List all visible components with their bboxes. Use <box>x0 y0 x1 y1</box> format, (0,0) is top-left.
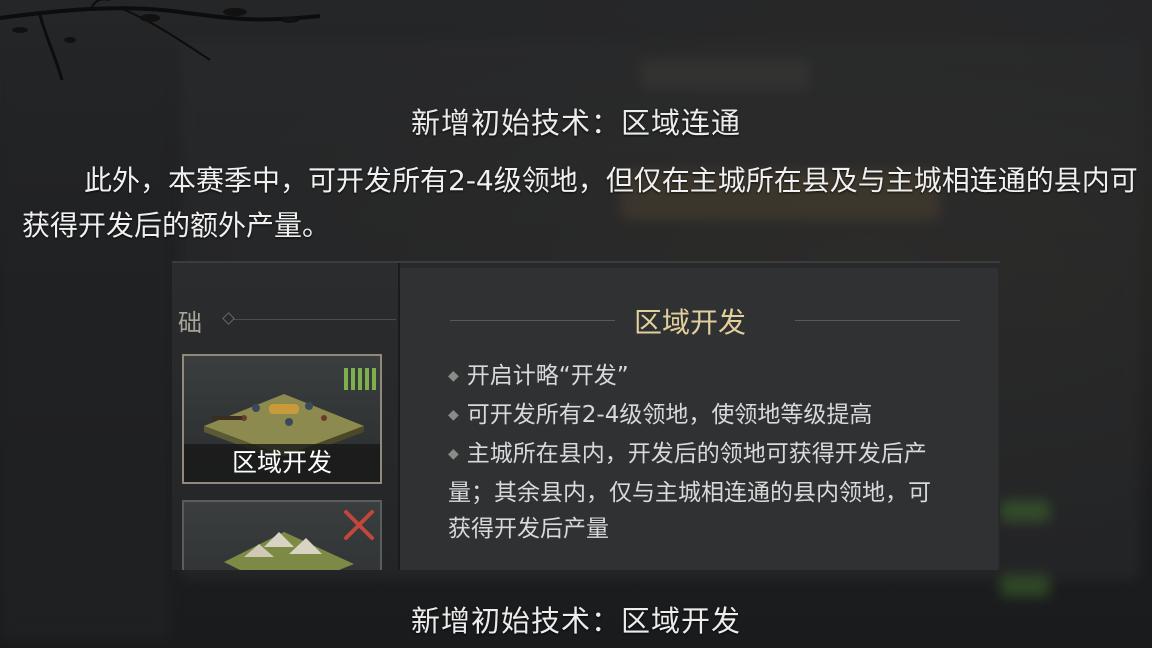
description-paragraph: 此外，本赛季中，可开发所有2-4级领地，但仅在主城所在县及与主城相连通的县内可获… <box>22 164 1138 242</box>
tech-detail-title: 区域开发 <box>633 306 746 339</box>
inset-screenshot: 础 区域开发 区域开发 ◆ 开启计略“开发” ◆ 可开发所有2-4级领地，使领地… <box>172 261 1000 570</box>
slide-stage: 新增初始技术：区域连通 此外，本赛季中，可开发所有2-4级领地，但仅在主城所在县… <box>0 0 1152 648</box>
diamond-bullet-icon: ◆ <box>448 446 459 462</box>
bottom-heading: 新增初始技术：区域开发 <box>410 604 741 638</box>
diamond-bullet-icon: ◆ <box>448 407 459 423</box>
tech-card-military[interactable] <box>182 500 382 570</box>
diamond-icon <box>222 312 235 325</box>
crossed-swords-icon <box>344 510 374 540</box>
tech-card-label: 区域开发 <box>184 444 380 482</box>
title-rule-right <box>795 320 960 321</box>
tech-detail-list: ◆ 开启计略“开发” ◆ 可开发所有2-4级领地，使领地等级提高 ◆ 主城所在县内，开… <box>448 358 948 547</box>
ink-branch-decoration <box>0 0 321 81</box>
tech-detail-item: ◆ 主城所在县内，开发后的领地可获得开发后产量；其余县内，仅与主城相连通的县内领地… <box>448 441 931 542</box>
diamond-bullet-icon: ◆ <box>448 368 459 384</box>
tech-detail-item: ◆ 可开发所有2-4级领地，使领地等级提高 <box>448 402 873 428</box>
section-divider <box>224 319 396 320</box>
grain-bars-icon <box>344 368 376 390</box>
background-green-button <box>1000 500 1050 522</box>
tech-card-region-develop[interactable]: 区域开发 <box>182 354 382 484</box>
top-heading: 新增初始技术：区域连通 <box>410 106 741 140</box>
background-green-button-2 <box>1000 575 1050 597</box>
tech-detail-item: ◆ 开启计略“开发” <box>448 363 629 389</box>
tech-detail-panel: 区域开发 ◆ 开启计略“开发” ◆ 可开发所有2-4级领地，使领地等级提高 ◆ 主城所… <box>400 268 998 570</box>
background-sidebar <box>0 60 170 640</box>
background-tab <box>640 60 810 90</box>
tech-list-panel: 础 区域开发 <box>172 263 398 570</box>
section-label: 础 <box>178 309 202 337</box>
